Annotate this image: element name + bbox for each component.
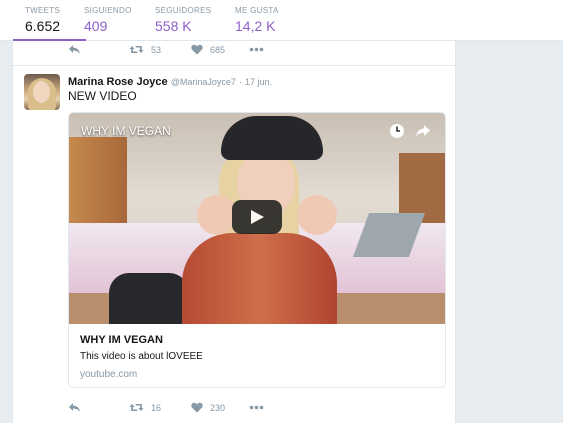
retweet-count: 16 [151, 402, 162, 413]
more-button[interactable] [249, 402, 264, 413]
stat-label: SEGUIDORES [155, 6, 212, 15]
reply-button[interactable] [68, 402, 81, 413]
reply-icon [69, 403, 80, 412]
tweet-header: Marina Rose Joyce @MarinaJoyce7 · 17 jun… [68, 76, 272, 88]
play-button[interactable] [232, 200, 282, 234]
retweet-count: 53 [151, 44, 162, 55]
video-card[interactable]: WHY IM VEGAN WHY IM VEGAN This video is … [68, 112, 446, 388]
stat-value: 409 [84, 18, 108, 34]
tweet-divider [13, 65, 455, 66]
clock-icon[interactable] [389, 123, 405, 139]
stat-followers[interactable]: SEGUIDORES 558 K [155, 6, 211, 35]
like-button[interactable]: 230 [191, 402, 225, 413]
tweet-text: NEW VIDEO [68, 89, 137, 103]
like-count: 230 [210, 402, 226, 413]
card-description: This video is about lOVEEE [80, 351, 203, 362]
like-count: 685 [210, 44, 226, 55]
more-button[interactable] [249, 44, 264, 55]
author-name[interactable]: Marina Rose Joyce [68, 76, 168, 88]
author-handle[interactable]: @MarinaJoyce7 [171, 77, 236, 87]
retweet-button[interactable]: 53 [129, 44, 161, 55]
stat-value: 14,2 K [235, 18, 276, 34]
stat-label: SIGUIENDO [84, 6, 132, 15]
card-url[interactable]: youtube.com [80, 369, 137, 380]
stat-value: 558 K [155, 18, 192, 34]
stat-label: ME GUSTA [235, 6, 279, 15]
tweet-stream: 53 685 Marina Rose Joyce @MarinaJoyce7 ·… [12, 41, 456, 423]
stat-value: 6.652 [25, 18, 61, 34]
more-icon [249, 405, 264, 410]
retweet-icon [129, 404, 144, 411]
avatar[interactable] [24, 74, 60, 110]
like-button[interactable]: 685 [191, 44, 225, 55]
reply-button[interactable] [68, 44, 81, 55]
stat-likes[interactable]: ME GUSTA 14,2 K [235, 6, 279, 35]
retweet-button[interactable]: 16 [129, 402, 161, 413]
more-icon [249, 47, 264, 52]
stat-label: TWEETS [25, 6, 61, 15]
stat-following[interactable]: SIGUIENDO 409 [84, 6, 132, 35]
play-icon [251, 210, 264, 224]
retweet-icon [129, 46, 144, 53]
card-title[interactable]: WHY IM VEGAN [80, 334, 163, 346]
timestamp[interactable]: 17 jun. [245, 77, 272, 87]
separator: · [238, 77, 242, 87]
heart-icon [191, 44, 203, 55]
reply-icon [69, 45, 80, 54]
heart-icon [191, 402, 203, 413]
video-player-title[interactable]: WHY IM VEGAN [81, 124, 171, 138]
profile-stats-nav: TWEETS 6.652 SIGUIENDO 409 SEGUIDORES 55… [0, 0, 563, 42]
video-player[interactable]: WHY IM VEGAN [69, 113, 445, 324]
stat-tweets[interactable]: TWEETS 6.652 [12, 6, 87, 42]
share-icon[interactable] [415, 123, 431, 139]
